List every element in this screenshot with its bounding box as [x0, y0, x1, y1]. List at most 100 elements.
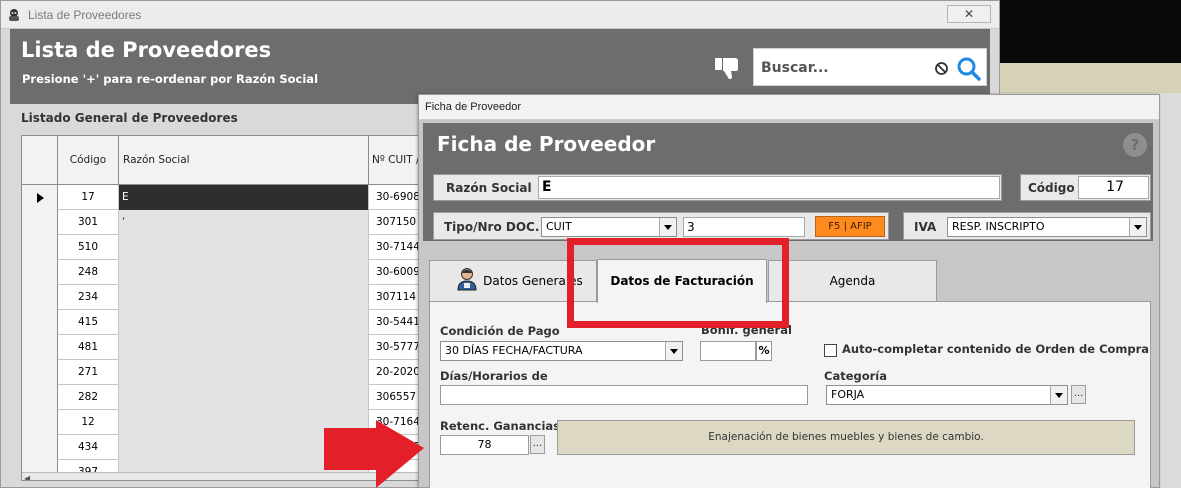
table-row[interactable]: 17 E 30-6908 [22, 185, 440, 210]
retenc-ganancias-input[interactable]: 78 [440, 435, 529, 455]
row-indicator [22, 310, 58, 335]
cell-codigo: 234 [58, 285, 119, 310]
scroll-left-icon[interactable]: ◀ [24, 474, 30, 480]
row-indicator [22, 410, 58, 435]
row-indicator [22, 210, 58, 235]
categoria-label: Categoría [824, 369, 888, 383]
row-indicator [22, 185, 58, 210]
iva-label: IVA [914, 220, 937, 234]
title-bar[interactable]: Ficha de Proveedor [419, 95, 1159, 120]
percent-label: % [756, 341, 772, 361]
tipo-doc-label: Tipo/Nro DOC. [444, 220, 540, 234]
highlight-box [567, 238, 789, 328]
clear-icon[interactable] [934, 61, 949, 76]
razon-social-input[interactable]: E [538, 176, 1000, 199]
auto-completar-label: Auto-completar contenido de Orden de Com… [842, 342, 1150, 356]
categoria-browse-button[interactable]: ... [1071, 385, 1086, 404]
column-header-codigo[interactable]: Código [58, 136, 119, 185]
row-indicator [22, 385, 58, 410]
ficha-proveedor-window: Ficha de Proveedor Ficha de Proveedor ? … [418, 94, 1160, 488]
iva-value: RESP. INSCRIPTO [952, 220, 1045, 233]
page-title: Ficha de Proveedor [437, 132, 656, 156]
iva-field: IVA RESP. INSCRIPTO [903, 212, 1151, 240]
cell-codigo: 301 [58, 210, 119, 235]
row-indicator [22, 260, 58, 285]
nro-doc-input[interactable]: 3 [683, 217, 805, 237]
cell-codigo: 248 [58, 260, 119, 285]
cell-codigo: 282 [58, 385, 119, 410]
retenc-ganancias-label: Retenc. Ganancias [440, 419, 561, 433]
list-header: Lista de Proveedores Presione '+' para r… [10, 29, 990, 104]
window-title: Ficha de Proveedor [425, 101, 521, 113]
cell-codigo: 415 [58, 310, 119, 335]
annotation-arrow-icon [324, 420, 424, 488]
column-header-razon-social[interactable]: Razón Social [119, 136, 369, 185]
codigo-label: Código [1028, 181, 1075, 195]
row-indicator [22, 435, 58, 460]
row-indicator [22, 285, 58, 310]
table-row[interactable]: 234 307114 [22, 285, 440, 310]
chevron-down-icon[interactable] [659, 218, 676, 236]
page-subtitle: Presione '+' para re-ordenar por Razón S… [22, 72, 319, 86]
cell-codigo: 434 [58, 435, 119, 460]
close-button[interactable]: ✕ [947, 5, 991, 23]
cell-razon-social [119, 260, 369, 285]
background-strip [998, 63, 1181, 93]
tipo-doc-value: CUIT [546, 220, 572, 233]
app-icon [9, 9, 19, 21]
search-box [753, 48, 987, 86]
condicion-pago-value: 30 DÍAS FECHA/FACTURA [445, 344, 583, 357]
razon-social-label: Razón Social [446, 181, 532, 195]
table-row[interactable]: 301 ‘ 307150 [22, 210, 440, 235]
condicion-pago-label: Condición de Pago [440, 324, 560, 338]
dias-horarios-label: Días/Horarios de [440, 369, 548, 383]
table-row[interactable]: 282 306557 [22, 385, 440, 410]
tab-label: Agenda [829, 274, 876, 288]
table-row[interactable]: 481 30-5777 [22, 335, 440, 360]
retenc-description: Enajenación de bienes muebles y bienes d… [557, 420, 1135, 455]
row-indicator [22, 235, 58, 260]
cell-codigo: 481 [58, 335, 119, 360]
bonif-general-input[interactable] [700, 341, 756, 361]
cell-razon-social [119, 335, 369, 360]
cell-razon-social [119, 285, 369, 310]
thumbs-down-icon[interactable] [713, 54, 741, 80]
cell-codigo: 17 [58, 185, 119, 210]
tipo-doc-select[interactable]: CUIT [541, 217, 677, 237]
search-icon[interactable] [956, 56, 982, 82]
condicion-pago-select[interactable]: 30 DÍAS FECHA/FACTURA [440, 341, 683, 361]
cell-razon-social [119, 360, 369, 385]
cell-codigo: 271 [58, 360, 119, 385]
categoria-value: FORJA [831, 388, 865, 401]
table-row[interactable]: 415 30-5441 [22, 310, 440, 335]
auto-completar-checkbox[interactable] [824, 344, 837, 357]
retenc-browse-button[interactable]: ... [530, 435, 545, 454]
table-row[interactable]: 271 20-2020 [22, 360, 440, 385]
chevron-down-icon[interactable] [665, 342, 682, 360]
search-input[interactable] [761, 58, 926, 78]
afip-lookup-button[interactable]: F5 | AFIP [815, 216, 885, 237]
chevron-down-icon[interactable] [1050, 386, 1067, 404]
billing-panel: Condición de Pago 30 DÍAS FECHA/FACTURA … [429, 301, 1151, 488]
dias-horarios-input[interactable] [440, 385, 808, 405]
table-row[interactable]: 510 30-7144 [22, 235, 440, 260]
title-bar[interactable]: Lista de Proveedores ✕ [1, 1, 999, 29]
cell-codigo: 510 [58, 235, 119, 260]
header-indicator [22, 136, 58, 185]
cell-codigo: 12 [58, 410, 119, 435]
iva-select[interactable]: RESP. INSCRIPTO [947, 217, 1147, 237]
categoria-select[interactable]: FORJA [826, 385, 1068, 405]
razon-social-field: Razón Social E [433, 174, 1002, 201]
background-black [998, 0, 1181, 63]
cell-razon-social [119, 310, 369, 335]
codigo-input[interactable]: 17 [1078, 176, 1149, 199]
chevron-down-icon[interactable] [1129, 218, 1146, 236]
cell-razon-social [119, 385, 369, 410]
row-indicator [22, 335, 58, 360]
tab-agenda[interactable]: Agenda [768, 260, 937, 302]
row-indicator [22, 360, 58, 385]
table-row[interactable]: 248 30-6009 [22, 260, 440, 285]
table-header: Código Razón Social Nº CUIT / [22, 136, 440, 185]
help-icon[interactable]: ? [1123, 133, 1147, 157]
cell-razon-social: ‘ [119, 210, 369, 235]
